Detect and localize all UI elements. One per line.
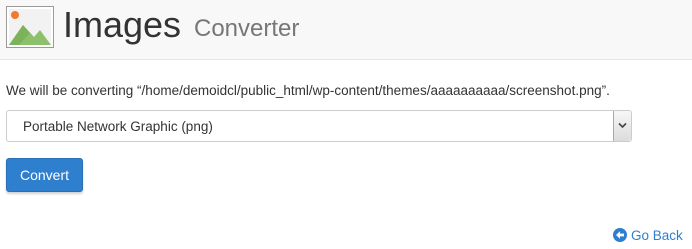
- page-header: Images Converter: [0, 0, 692, 60]
- format-select[interactable]: Portable Network Graphic (png): [6, 110, 632, 142]
- format-select-value: Portable Network Graphic (png): [23, 119, 213, 134]
- page: Images Converter We will be converting “…: [0, 0, 692, 249]
- page-subtitle: Converter: [194, 15, 300, 42]
- image-picture-icon: [6, 6, 54, 48]
- convert-button[interactable]: Convert: [6, 158, 83, 192]
- arrow-circle-left-icon: [613, 228, 627, 242]
- go-back-label: Go Back: [631, 228, 683, 243]
- page-title: Images: [63, 4, 182, 45]
- conversion-message: We will be converting “/home/demoidcl/pu…: [6, 83, 610, 98]
- chevron-down-icon: [618, 122, 627, 129]
- select-arrow-button[interactable]: [613, 111, 631, 141]
